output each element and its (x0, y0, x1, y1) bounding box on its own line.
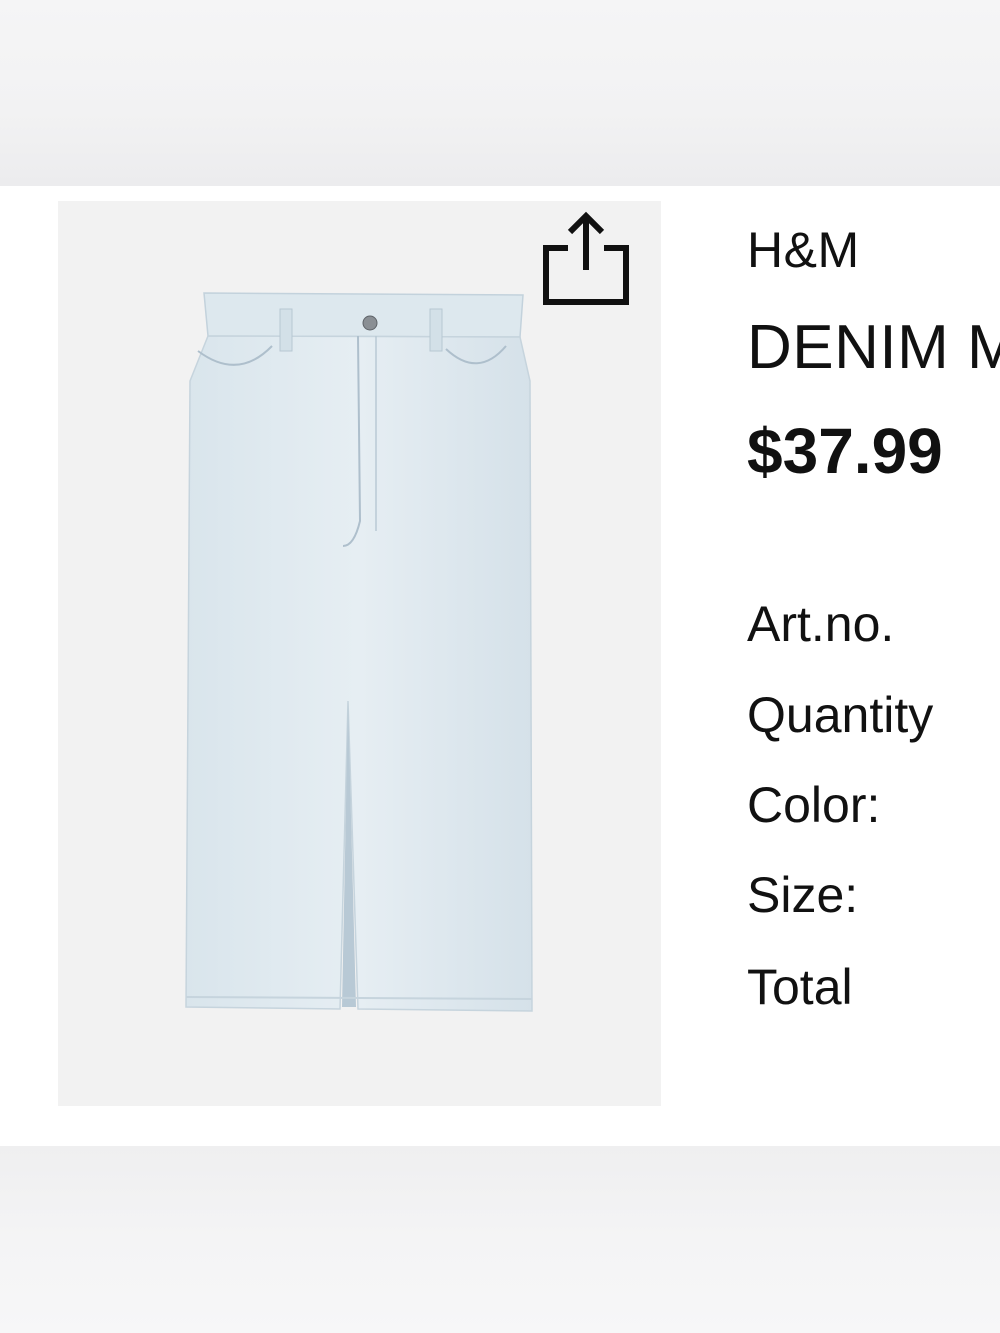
product-price: $37.99 (747, 415, 943, 487)
product-info: H&M DENIM M $37.99 Art.no. Quantity Colo… (747, 186, 1000, 1146)
top-background (0, 0, 1000, 186)
product-image[interactable] (58, 201, 661, 1106)
total-label: Total (747, 959, 853, 1015)
share-button[interactable] (540, 208, 632, 308)
product-title: DENIM M (747, 313, 1000, 382)
color-label: Color: (747, 777, 881, 833)
denim-skirt-image (185, 292, 533, 1012)
size-label: Size: (747, 867, 859, 923)
share-icon (543, 211, 629, 305)
quantity-label: Quantity (747, 687, 934, 743)
brand-name: H&M (747, 222, 860, 278)
bottom-background (0, 1146, 1000, 1333)
art-no-label: Art.no. (747, 596, 895, 652)
